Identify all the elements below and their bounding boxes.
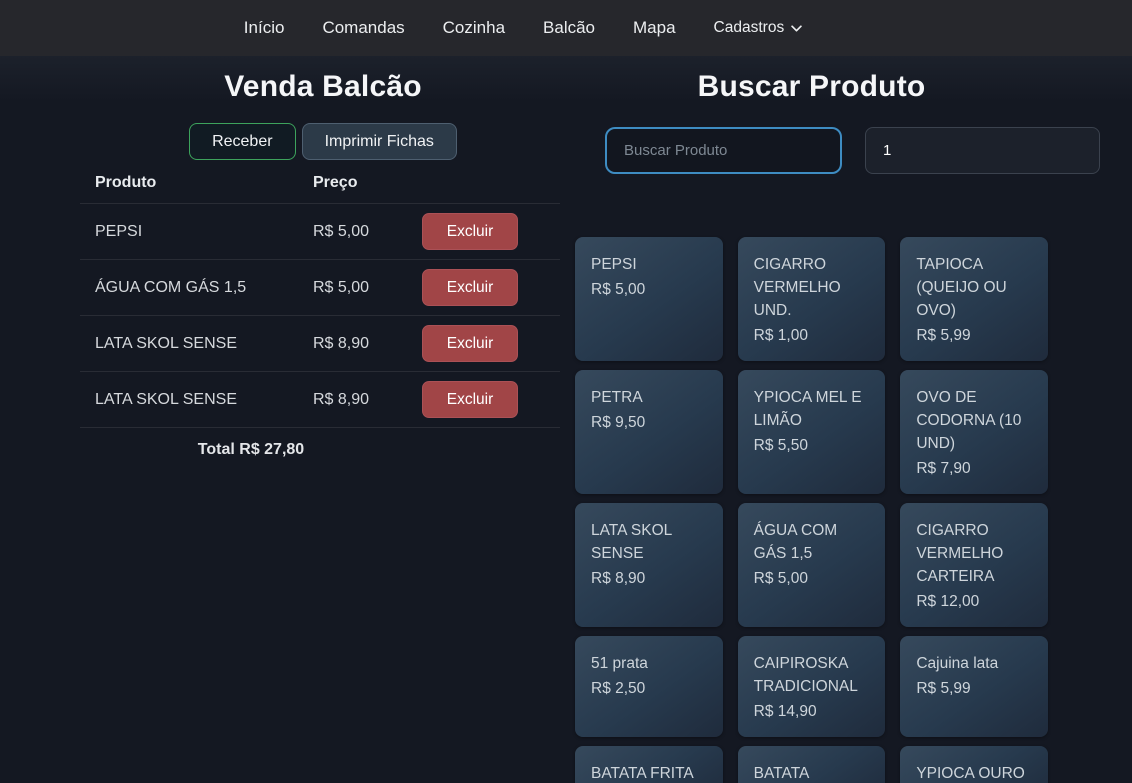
product-card-name: CAIPIROSKA TRADICIONAL bbox=[754, 652, 870, 698]
sale-table-row: ÁGUA COM GÁS 1,5 R$ 5,00 Excluir bbox=[80, 260, 560, 316]
product-search-panel: Buscar Produto PEPSI R$ 5,00 CIGARRO VER… bbox=[575, 56, 1048, 783]
product-card-name: ÁGUA COM GÁS 1,5 bbox=[754, 519, 870, 565]
sale-total: Total R$ 27,80 bbox=[80, 428, 422, 472]
venda-balcao-title: Venda Balcão bbox=[80, 70, 566, 104]
sale-table-row: PEPSI R$ 5,00 Excluir bbox=[80, 204, 560, 260]
product-card[interactable]: TAPIOCA (QUEIJO OU OVO) R$ 5,99 bbox=[900, 237, 1048, 361]
product-card-name: OVO DE CODORNA (10 UND) bbox=[916, 386, 1032, 455]
search-controls bbox=[575, 127, 1048, 174]
product-card[interactable]: YPIOCA MEL E LIMÃO R$ 5,50 bbox=[738, 370, 886, 494]
quantity-input[interactable] bbox=[865, 127, 1100, 174]
sale-row-price: R$ 8,90 bbox=[313, 391, 422, 409]
receber-button[interactable]: Receber bbox=[189, 123, 295, 160]
product-card-name: BATATA bbox=[754, 762, 870, 783]
excluir-button[interactable]: Excluir bbox=[422, 213, 518, 250]
excluir-button[interactable]: Excluir bbox=[422, 269, 518, 306]
excluir-button[interactable]: Excluir bbox=[422, 381, 518, 418]
product-card-price: R$ 5,00 bbox=[591, 278, 707, 301]
main-content: Venda Balcão Receber Imprimir Fichas Pro… bbox=[0, 56, 1132, 783]
product-column-header: Produto bbox=[80, 174, 313, 192]
sale-table: Produto Preço PEPSI R$ 5,00 Excluir ÁGUA… bbox=[80, 163, 560, 472]
top-navbar: Início Comandas Cozinha Balcão Mapa Cada… bbox=[0, 0, 1132, 56]
product-search-input[interactable] bbox=[605, 127, 842, 174]
nav-item-cozinha[interactable]: Cozinha bbox=[443, 18, 505, 38]
counter-sale-panel: Venda Balcão Receber Imprimir Fichas Pro… bbox=[80, 56, 566, 783]
product-card-price: R$ 14,90 bbox=[754, 700, 870, 723]
product-card-price: R$ 9,50 bbox=[591, 411, 707, 434]
product-card[interactable]: ÁGUA COM GÁS 1,5 R$ 5,00 bbox=[738, 503, 886, 627]
product-card-name: LATA SKOL SENSE bbox=[591, 519, 707, 565]
sale-row-product: LATA SKOL SENSE bbox=[80, 335, 313, 353]
product-card-name: PETRA bbox=[591, 386, 707, 409]
sale-table-row: LATA SKOL SENSE R$ 8,90 Excluir bbox=[80, 372, 560, 428]
nav-dropdown-label: Cadastros bbox=[714, 19, 785, 37]
product-card[interactable]: BATATA FRITA bbox=[575, 746, 723, 783]
product-card-price: R$ 12,00 bbox=[916, 590, 1032, 613]
product-card[interactable]: OVO DE CODORNA (10 UND) R$ 7,90 bbox=[900, 370, 1048, 494]
product-card[interactable]: BATATA bbox=[738, 746, 886, 783]
product-card-name: BATATA FRITA bbox=[591, 762, 707, 783]
sale-row-price: R$ 8,90 bbox=[313, 335, 422, 353]
product-card[interactable]: PEPSI R$ 5,00 bbox=[575, 237, 723, 361]
product-card-price: R$ 7,90 bbox=[916, 457, 1032, 480]
product-card-name: TAPIOCA (QUEIJO OU OVO) bbox=[916, 253, 1032, 322]
product-card[interactable]: CAIPIROSKA TRADICIONAL R$ 14,90 bbox=[738, 636, 886, 737]
sale-row-product: LATA SKOL SENSE bbox=[80, 391, 313, 409]
sale-actions: Receber Imprimir Fichas bbox=[80, 123, 566, 160]
product-card-price: R$ 5,99 bbox=[916, 324, 1032, 347]
product-card[interactable]: CIGARRO VERMELHO CARTEIRA R$ 12,00 bbox=[900, 503, 1048, 627]
product-card[interactable]: CIGARRO VERMELHO UND. R$ 1,00 bbox=[738, 237, 886, 361]
product-card[interactable]: PETRA R$ 9,50 bbox=[575, 370, 723, 494]
product-card-name: PEPSI bbox=[591, 253, 707, 276]
product-card-name: CIGARRO VERMELHO CARTEIRA bbox=[916, 519, 1032, 588]
sale-table-row: LATA SKOL SENSE R$ 8,90 Excluir bbox=[80, 316, 560, 372]
sale-row-price: R$ 5,00 bbox=[313, 279, 422, 297]
product-card-price: R$ 5,99 bbox=[916, 677, 1032, 700]
imprimir-fichas-button[interactable]: Imprimir Fichas bbox=[302, 123, 457, 160]
product-card-name: Cajuina lata bbox=[916, 652, 1032, 675]
nav-item-mapa[interactable]: Mapa bbox=[633, 18, 676, 38]
buscar-produto-title: Buscar Produto bbox=[575, 70, 1048, 104]
product-card[interactable]: Cajuina lata R$ 5,99 bbox=[900, 636, 1048, 737]
product-card-price: R$ 5,00 bbox=[754, 567, 870, 590]
product-card-name: CIGARRO VERMELHO UND. bbox=[754, 253, 870, 322]
sale-table-body: PEPSI R$ 5,00 Excluir ÁGUA COM GÁS 1,5 R… bbox=[80, 204, 560, 428]
nav-dropdown-cadastros[interactable]: Cadastros bbox=[714, 19, 803, 37]
sale-row-product: PEPSI bbox=[80, 223, 313, 241]
chevron-down-icon bbox=[791, 25, 802, 32]
price-column-header: Preço bbox=[313, 174, 422, 192]
product-card-name: YPIOCA OURO bbox=[916, 762, 1032, 783]
nav-item-comandas[interactable]: Comandas bbox=[322, 18, 404, 38]
product-card[interactable]: LATA SKOL SENSE R$ 8,90 bbox=[575, 503, 723, 627]
product-card-price: R$ 2,50 bbox=[591, 677, 707, 700]
sale-row-price: R$ 5,00 bbox=[313, 223, 422, 241]
product-card-name: 51 prata bbox=[591, 652, 707, 675]
product-grid: PEPSI R$ 5,00 CIGARRO VERMELHO UND. R$ 1… bbox=[575, 237, 1048, 783]
nav-item-inicio[interactable]: Início bbox=[244, 18, 285, 38]
product-card-price: R$ 8,90 bbox=[591, 567, 707, 590]
product-card-price: R$ 5,50 bbox=[754, 434, 870, 457]
nav-items: Início Comandas Cozinha Balcão Mapa Cada… bbox=[244, 18, 802, 38]
nav-item-balcao[interactable]: Balcão bbox=[543, 18, 595, 38]
product-card-name: YPIOCA MEL E LIMÃO bbox=[754, 386, 870, 432]
excluir-button[interactable]: Excluir bbox=[422, 325, 518, 362]
sale-table-header: Produto Preço bbox=[80, 163, 560, 204]
product-card[interactable]: 51 prata R$ 2,50 bbox=[575, 636, 723, 737]
product-card[interactable]: YPIOCA OURO bbox=[900, 746, 1048, 783]
product-card-price: R$ 1,00 bbox=[754, 324, 870, 347]
sale-row-product: ÁGUA COM GÁS 1,5 bbox=[80, 279, 313, 297]
